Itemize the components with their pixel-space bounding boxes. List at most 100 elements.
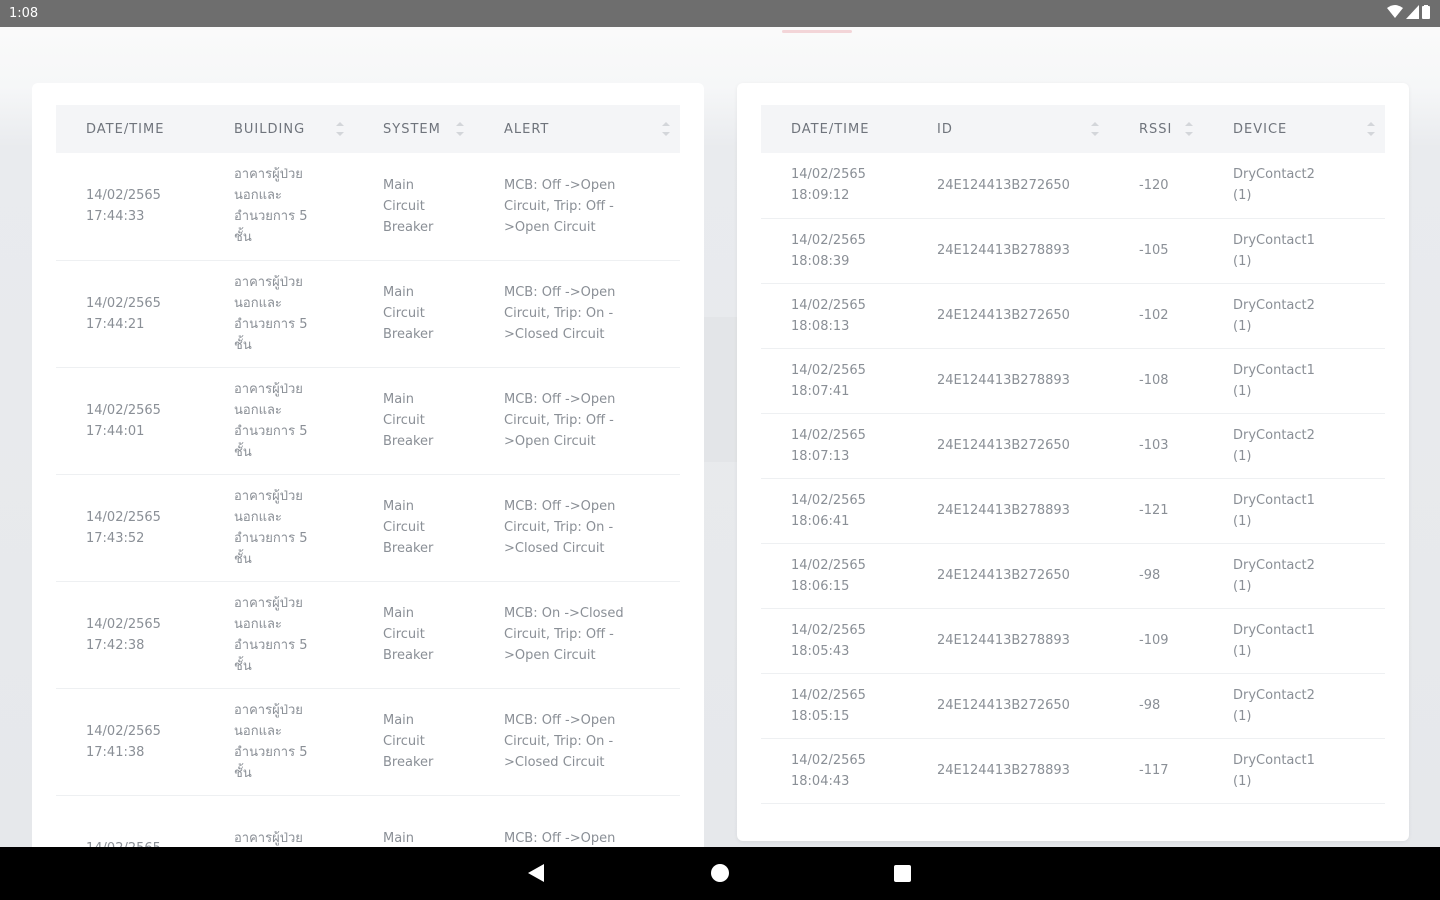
rssi-text: -102 (1139, 308, 1169, 323)
cell-device: DryContact1 (1) (1203, 478, 1385, 544)
cell-device: DryContact2 (1) (1203, 413, 1385, 479)
cell-building: อาคารผู้ป่วย นอกและ (204, 795, 353, 847)
cell-rssi: -98 (1109, 543, 1203, 609)
col-rssi[interactable]: RSSI (1109, 105, 1203, 153)
cell-datetime: 14/02/2565 17:42:38 (56, 581, 204, 689)
devices-table: DATE/TIME ID RSSI DEVICE 14/02/2565 18:0… (761, 105, 1385, 804)
table-row[interactable]: 14/02/2565 18:09:12 24E124413B272650 -120 D… (761, 153, 1385, 219)
system-text: Main Circuit Breaker (383, 285, 434, 342)
col-datetime[interactable]: DATE/TIME (761, 105, 907, 153)
cell-datetime: 14/02/2565 18:07:13 (761, 413, 907, 479)
back-icon[interactable] (528, 864, 544, 882)
id-text: 24E124413B278893 (937, 503, 1070, 518)
building-text: อาคารผู้ป่วย นอกและ อำนวยการ 5 ชั้น (234, 274, 308, 353)
sort-icon[interactable] (1367, 122, 1375, 136)
cell-id: 24E124413B272650 (907, 543, 1109, 609)
table-row[interactable]: 14/02/2565 18:06:41 24E124413B278893 -121 D… (761, 478, 1385, 544)
device-text: DryContact1 (1) (1233, 622, 1315, 659)
table-row[interactable]: 14/02/2565 18:07:41 24E124413B278893 -108 D… (761, 348, 1385, 414)
datetime-text: 14/02/2565 18:09:12 (791, 167, 866, 204)
rssi-text: -98 (1139, 698, 1161, 713)
rssi-text: -109 (1139, 633, 1169, 648)
col-id[interactable]: ID (907, 105, 1109, 153)
table-row[interactable]: 14/02/2565 18:05:43 24E124413B278893 -109 D… (761, 608, 1385, 674)
table-row[interactable]: 14/02/2565 18:07:13 24E124413B272650 -103 D… (761, 413, 1385, 479)
system-text: Main Circuit Breaker (383, 713, 434, 770)
id-text: 24E124413B272650 (937, 698, 1070, 713)
table-row[interactable]: 14/02/2565 อาคารผู้ป่วย นอกและ Main Circui… (56, 795, 680, 847)
cell-id: 24E124413B272650 (907, 673, 1109, 739)
col-building[interactable]: BUILDING (204, 105, 353, 153)
building-text: อาคารผู้ป่วย นอกและ อำนวยการ 5 ชั้น (234, 381, 308, 460)
col-device[interactable]: DEVICE (1203, 105, 1385, 153)
table-row[interactable]: 14/02/2565 18:06:15 24E124413B272650 -98 Dr… (761, 543, 1385, 609)
table-row[interactable]: 14/02/2565 18:08:13 24E124413B272650 -102 D… (761, 283, 1385, 349)
table-row[interactable]: 14/02/2565 17:41:38 อาคารผู้ป่วย นอกและ อ… (56, 688, 680, 796)
home-icon[interactable] (711, 864, 729, 882)
building-text: อาคารผู้ป่วย นอกและ (234, 830, 303, 846)
sort-icon[interactable] (1091, 122, 1099, 136)
cell-building: อาคารผู้ป่วย นอกและ อำนวยการ 5 ชั้น (204, 581, 353, 689)
cell-device: DryContact1 (1) (1203, 348, 1385, 414)
cell-rssi: -120 (1109, 153, 1203, 219)
col-alert[interactable]: ALERT (474, 105, 680, 153)
cell-rssi: -102 (1109, 283, 1203, 349)
table-row[interactable]: 14/02/2565 17:44:21 อาคารผู้ป่วย นอกและ อ… (56, 260, 680, 368)
col-datetime[interactable]: DATE/TIME (56, 105, 204, 153)
cell-datetime: 14/02/2565 17:44:33 (56, 153, 204, 261)
cell-datetime: 14/02/2565 18:07:41 (761, 348, 907, 414)
system-text: Main Circuit Breaker (383, 392, 434, 449)
cell-system: Main Circuit (353, 795, 474, 847)
table-row[interactable]: 14/02/2565 17:42:38 อาคารผู้ป่วย นอกและ อ… (56, 581, 680, 689)
table-row[interactable]: 14/02/2565 17:44:01 อาคารผู้ป่วย นอกและ อ… (56, 367, 680, 475)
sort-icon[interactable] (662, 122, 670, 136)
cell-alert: MCB: Off ->Open Circuit, Trip: On - (474, 795, 680, 847)
device-text: DryContact1 (1) (1233, 492, 1315, 529)
id-text: 24E124413B278893 (937, 243, 1070, 258)
system-text: Main Circuit (383, 830, 415, 846)
cell-rssi: -117 (1109, 738, 1203, 804)
sort-icon[interactable] (1185, 122, 1193, 136)
cell-id: 24E124413B272650 (907, 153, 1109, 219)
cell-alert: MCB: Off ->Open Circuit, Trip: Off - >Op… (474, 153, 680, 261)
building-text: อาคารผู้ป่วย นอกและ อำนวยการ 5 ชั้น (234, 167, 308, 246)
wifi-icon (1387, 5, 1403, 18)
cell-datetime: 14/02/2565 18:06:15 (761, 543, 907, 609)
cell-id: 24E124413B272650 (907, 283, 1109, 349)
rssi-text: -98 (1139, 568, 1161, 583)
table-row[interactable]: 14/02/2565 17:44:33 อาคารผู้ป่วย นอกและ อ… (56, 153, 680, 261)
rssi-text: -120 (1139, 177, 1169, 193)
datetime-text: 14/02/2565 17:43:52 (86, 509, 161, 546)
alerts-table: DATE/TIME BUILDING SYSTEM ALERT 14/02/25… (56, 105, 680, 847)
cell-id: 24E124413B278893 (907, 348, 1109, 414)
cell-alert: MCB: Off ->Open Circuit, Trip: On - >Clo… (474, 474, 680, 582)
cell-rssi: -121 (1109, 478, 1203, 544)
id-text: 24E124413B272650 (937, 568, 1070, 583)
status-icons (1387, 5, 1430, 19)
table-row[interactable]: 14/02/2565 18:05:15 24E124413B272650 -98 Dr… (761, 673, 1385, 739)
sort-icon[interactable] (336, 122, 344, 136)
datetime-text: 14/02/2565 17:44:33 (86, 188, 161, 225)
col-system[interactable]: SYSTEM (353, 105, 474, 153)
datetime-text: 14/02/2565 18:07:13 (791, 427, 866, 464)
app-area: DATE/TIME BUILDING SYSTEM ALERT 14/02/25… (0, 27, 1440, 847)
table-row[interactable]: 14/02/2565 18:08:39 24E124413B278893 -105 D… (761, 218, 1385, 284)
device-text: DryContact2 (1) (1233, 297, 1315, 334)
cell-system: Main Circuit Breaker (353, 260, 474, 368)
cell-alert: MCB: On ->Closed Circuit, Trip: Off - >O… (474, 581, 680, 689)
panel-divider (704, 317, 737, 462)
datetime-text: 14/02/2565 17:44:01 (86, 402, 161, 439)
cell-alert: MCB: Off ->Open Circuit, Trip: Off - >Op… (474, 367, 680, 475)
table-row[interactable]: 14/02/2565 17:43:52 อาคารผู้ป่วย นอกและ อ… (56, 474, 680, 582)
alert-text: MCB: Off ->Open Circuit, Trip: On - >Clo… (504, 285, 616, 342)
sort-icon[interactable] (456, 122, 464, 136)
id-text: 24E124413B278893 (937, 763, 1070, 778)
cell-device: DryContact1 (1) (1203, 608, 1385, 674)
recents-icon[interactable] (894, 865, 911, 882)
datetime-text: 14/02/2565 17:41:38 (86, 723, 161, 760)
signal-icon (1406, 5, 1419, 19)
cell-device: DryContact2 (1) (1203, 543, 1385, 609)
id-text: 24E124413B278893 (937, 633, 1070, 648)
table-row[interactable]: 14/02/2565 18:04:43 24E124413B278893 -117 D… (761, 738, 1385, 804)
device-text: DryContact1 (1) (1233, 232, 1315, 269)
